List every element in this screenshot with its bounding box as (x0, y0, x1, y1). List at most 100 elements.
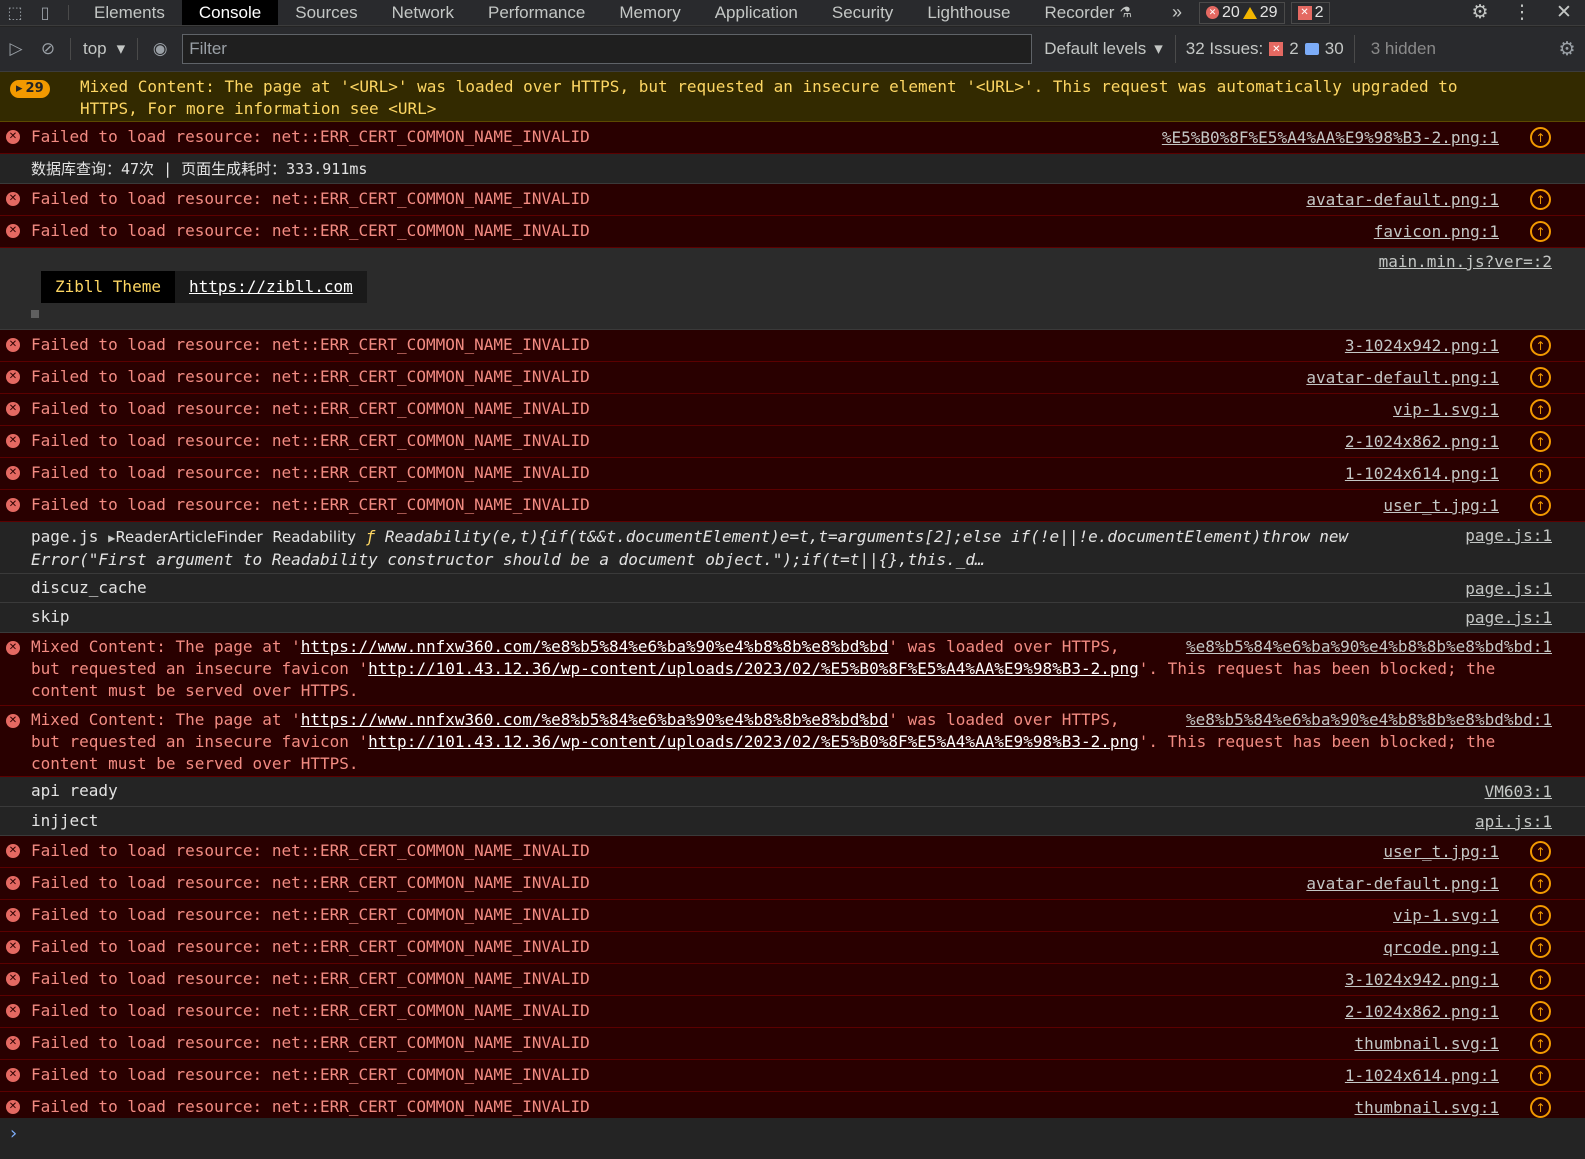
sidebar-toggle-icon[interactable]: ▷ (0, 39, 32, 59)
network-request-icon[interactable]: ↑ (1530, 969, 1551, 990)
source-link[interactable]: %e8%b5%84%e6%ba%90%e4%b8%8b%e8%bd%bd:1 (1186, 636, 1552, 658)
issues-button[interactable]: 32 Issues: ✕ 2 30 (1174, 35, 1355, 63)
source-link[interactable]: user_t.jpg:1 (1383, 841, 1499, 863)
tab-network[interactable]: Network (375, 0, 471, 25)
source-link[interactable]: page.js:1 (1465, 607, 1552, 629)
console-counts[interactable]: ✕ 20 29 ✕ 2 (1198, 0, 1331, 25)
network-request-icon[interactable]: ↑ (1530, 1065, 1551, 1086)
network-request-icon[interactable]: ↑ (1530, 367, 1551, 388)
tab-security[interactable]: Security (815, 0, 910, 25)
network-request-icon[interactable]: ↑ (1530, 463, 1551, 484)
console-log-row[interactable]: skip page.js:1 (0, 603, 1585, 633)
console-log-row[interactable]: discuz_cache page.js:1 (0, 574, 1585, 603)
console-error-row[interactable]: ✕ Failed to load resource: net::ERR_CERT… (0, 964, 1585, 996)
issues-counter[interactable]: ✕ 2 (1290, 1, 1331, 24)
filter-input[interactable]: Filter (182, 34, 1033, 64)
console-error-row[interactable]: ✕ Failed to load resource: net::ERR_CERT… (0, 122, 1585, 154)
source-link[interactable]: vip-1.svg:1 (1393, 905, 1499, 927)
source-link[interactable]: user_t.jpg:1 (1383, 495, 1499, 517)
network-request-icon[interactable]: ↑ (1530, 335, 1551, 356)
console-error-row[interactable]: ✕ Failed to load resource: net::ERR_CERT… (0, 394, 1585, 426)
close-icon[interactable]: ✕ (1543, 1, 1585, 24)
network-request-icon[interactable]: ↑ (1530, 189, 1551, 210)
console-error-row[interactable]: ✕ Failed to load resource: net::ERR_CERT… (0, 1028, 1585, 1060)
resource-url-link[interactable]: http://101.43.12.36/wp-content/uploads/2… (368, 659, 1139, 678)
console-error-row[interactable]: ✕ Mixed Content: The page at 'https://ww… (0, 633, 1585, 706)
device-toolbar-icon[interactable]: ▯ (30, 0, 60, 25)
network-request-icon[interactable]: ↑ (1530, 1001, 1551, 1022)
source-link[interactable]: 2-1024x862.png:1 (1345, 431, 1499, 453)
console-error-row[interactable]: ✕ Failed to load resource: net::ERR_CERT… (0, 836, 1585, 868)
console-warning-row[interactable]: ▸ 29 Mixed Content: The page at '<URL>' w… (0, 72, 1585, 122)
source-link[interactable]: main.min.js?ver=:2 (1379, 251, 1552, 273)
console-error-row[interactable]: ✕ Failed to load resource: net::ERR_CERT… (0, 996, 1585, 1028)
console-error-row[interactable]: ✕ Failed to load resource: net::ERR_CERT… (0, 490, 1585, 522)
source-link[interactable]: 2-1024x862.png:1 (1345, 1001, 1499, 1023)
source-link[interactable]: VM603:1 (1485, 781, 1552, 803)
source-link[interactable]: %E5%B0%8F%E5%A4%AA%E9%98%B3-2.png:1 (1162, 127, 1499, 149)
console-settings-gear-icon[interactable]: ⚙ (1549, 38, 1585, 61)
kebab-menu-icon[interactable]: ⋮ (1501, 1, 1543, 24)
source-link[interactable]: vip-1.svg:1 (1393, 399, 1499, 421)
clear-console-icon[interactable]: ⊘ (32, 39, 64, 59)
tab-sources[interactable]: Sources (278, 0, 374, 25)
console-error-row[interactable]: ✕ Failed to load resource: net::ERR_CERT… (0, 932, 1585, 964)
network-request-icon[interactable]: ↑ (1530, 127, 1551, 148)
network-request-icon[interactable]: ↑ (1530, 1097, 1551, 1118)
console-error-row[interactable]: ✕ Failed to load resource: net::ERR_CERT… (0, 1060, 1585, 1092)
context-selector[interactable]: top ▾ (77, 39, 131, 59)
tab-application[interactable]: Application (698, 0, 815, 25)
error-warning-counter[interactable]: ✕ 20 29 (1198, 1, 1285, 24)
network-request-icon[interactable]: ↑ (1530, 431, 1551, 452)
source-link[interactable]: api.js:1 (1475, 811, 1552, 833)
console-error-row[interactable]: ✕ Failed to load resource: net::ERR_CERT… (0, 184, 1585, 216)
source-link[interactable]: %e8%b5%84%e6%ba%90%e4%b8%8b%e8%bd%bd:1 (1186, 709, 1552, 731)
network-request-icon[interactable]: ↑ (1530, 937, 1551, 958)
tab-console[interactable]: Console (181, 0, 279, 25)
resource-url-link[interactable]: http://101.43.12.36/wp-content/uploads/2… (368, 732, 1139, 751)
console-error-row[interactable]: ✕ Failed to load resource: net::ERR_CERT… (0, 458, 1585, 490)
tab-lighthouse[interactable]: Lighthouse (910, 0, 1027, 25)
more-tabs-icon[interactable]: » (1163, 0, 1191, 25)
console-log-row[interactable]: api ready VM603:1 (0, 777, 1585, 807)
eye-icon[interactable]: ◉ (144, 39, 176, 59)
tab-performance[interactable]: Performance (471, 0, 602, 25)
console-prompt[interactable]: › (0, 1118, 1585, 1159)
zibll-link[interactable]: https://zibll.com (174, 271, 367, 303)
repeat-count-badge[interactable]: ▸ 29 (10, 80, 50, 98)
source-link[interactable]: qrcode.png:1 (1383, 937, 1499, 959)
page-url-link[interactable]: https://www.nnfxw360.com/%e8%b5%84%e6%ba… (301, 637, 889, 656)
inspect-element-icon[interactable]: ⬚ (0, 0, 30, 25)
console-error-row[interactable]: ✕ Failed to load resource: net::ERR_CERT… (0, 426, 1585, 458)
console-log-row[interactable]: page.js ▶ReaderArticleFinder Readability… (0, 522, 1585, 574)
tab-elements[interactable]: Elements (77, 0, 182, 25)
page-url-link[interactable]: https://www.nnfxw360.com/%e8%b5%84%e6%ba… (301, 710, 889, 729)
network-request-icon[interactable]: ↑ (1530, 399, 1551, 420)
source-link[interactable]: 3-1024x942.png:1 (1345, 969, 1499, 991)
network-request-icon[interactable]: ↑ (1530, 841, 1551, 862)
source-link[interactable]: favicon.png:1 (1374, 221, 1499, 243)
source-link[interactable]: 1-1024x614.png:1 (1345, 1065, 1499, 1087)
network-request-icon[interactable]: ↑ (1530, 495, 1551, 516)
console-error-row[interactable]: ✕ Failed to load resource: net::ERR_CERT… (0, 868, 1585, 900)
console-error-row[interactable]: ✕ Failed to load resource: net::ERR_CERT… (0, 900, 1585, 932)
source-link[interactable]: page.js:1 (1465, 525, 1552, 547)
network-request-icon[interactable]: ↑ (1530, 873, 1551, 894)
network-request-icon[interactable]: ↑ (1530, 221, 1551, 242)
network-request-icon[interactable]: ↑ (1530, 1033, 1551, 1054)
console-error-row[interactable]: ✕ Failed to load resource: net::ERR_CERT… (0, 330, 1585, 362)
source-link[interactable]: page.js:1 (1465, 578, 1552, 600)
console-log-row[interactable]: injject api.js:1 (0, 807, 1585, 836)
console-error-row[interactable]: ✕ Failed to load resource: net::ERR_CERT… (0, 362, 1585, 394)
log-levels-dropdown[interactable]: Default levels ▾ (1044, 39, 1163, 59)
console-error-row[interactable]: ✕ Failed to load resource: net::ERR_CERT… (0, 216, 1585, 248)
console-log-row[interactable]: 数据库查询：47次 | 页面生成耗时：333.911ms (0, 154, 1585, 184)
source-link[interactable]: thumbnail.svg:1 (1355, 1097, 1500, 1119)
source-link[interactable]: 1-1024x614.png:1 (1345, 463, 1499, 485)
settings-gear-icon[interactable]: ⚙ (1459, 1, 1501, 24)
source-link[interactable]: 3-1024x942.png:1 (1345, 335, 1499, 357)
console-log-row[interactable]: main.min.js?ver=:2 Zibll Theme https://z… (0, 248, 1585, 330)
source-link[interactable]: thumbnail.svg:1 (1355, 1033, 1500, 1055)
object-name[interactable]: ReaderArticleFinder (115, 528, 262, 546)
tab-recorder[interactable]: Recorder ⚗ (1028, 0, 1149, 25)
